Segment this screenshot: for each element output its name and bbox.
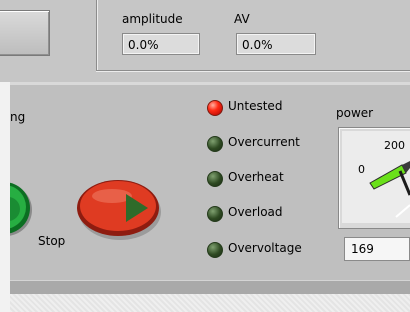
overcurrent-led xyxy=(207,136,223,152)
top-panel: amplitude 0.0% AV 0.0% xyxy=(0,0,410,82)
av-value: 0.0% xyxy=(242,38,273,52)
bottom-strip xyxy=(10,280,410,295)
gauge-tick-200: 200 xyxy=(384,139,405,152)
amplitude-field[interactable]: 0.0% xyxy=(122,33,200,55)
amplitude-label: amplitude xyxy=(122,12,183,26)
main-left-label: ng xyxy=(10,110,26,124)
overvoltage-led xyxy=(207,242,223,258)
power-value: 169 xyxy=(351,242,374,256)
top-button[interactable] xyxy=(0,10,50,56)
gauge-reflection xyxy=(395,204,410,218)
start-button[interactable] xyxy=(10,178,34,238)
overvoltage-label: Overvoltage xyxy=(228,241,302,255)
overheat-led xyxy=(207,171,223,187)
gauge-tick-0: 0 xyxy=(358,163,365,176)
top-divider xyxy=(96,0,97,72)
top-divider-horizontal xyxy=(96,70,410,71)
overcurrent-label: Overcurrent xyxy=(228,135,300,149)
untested-label: Untested xyxy=(228,99,283,113)
gauge-needle xyxy=(398,170,410,196)
stop-button[interactable] xyxy=(76,178,162,242)
av-label: AV xyxy=(234,12,250,26)
untested-led xyxy=(207,100,223,116)
stop-label: Stop xyxy=(38,234,66,248)
overheat-label: Overheat xyxy=(228,170,284,184)
av-field[interactable]: 0.0% xyxy=(236,33,316,55)
power-label: power xyxy=(336,106,374,120)
gauge-green-arc xyxy=(369,164,407,190)
amplitude-value: 0.0% xyxy=(128,38,159,52)
power-value-display: 169 xyxy=(344,237,410,261)
overload-led xyxy=(207,206,223,222)
overload-label: Overload xyxy=(228,205,283,219)
background-hatch xyxy=(10,294,410,312)
